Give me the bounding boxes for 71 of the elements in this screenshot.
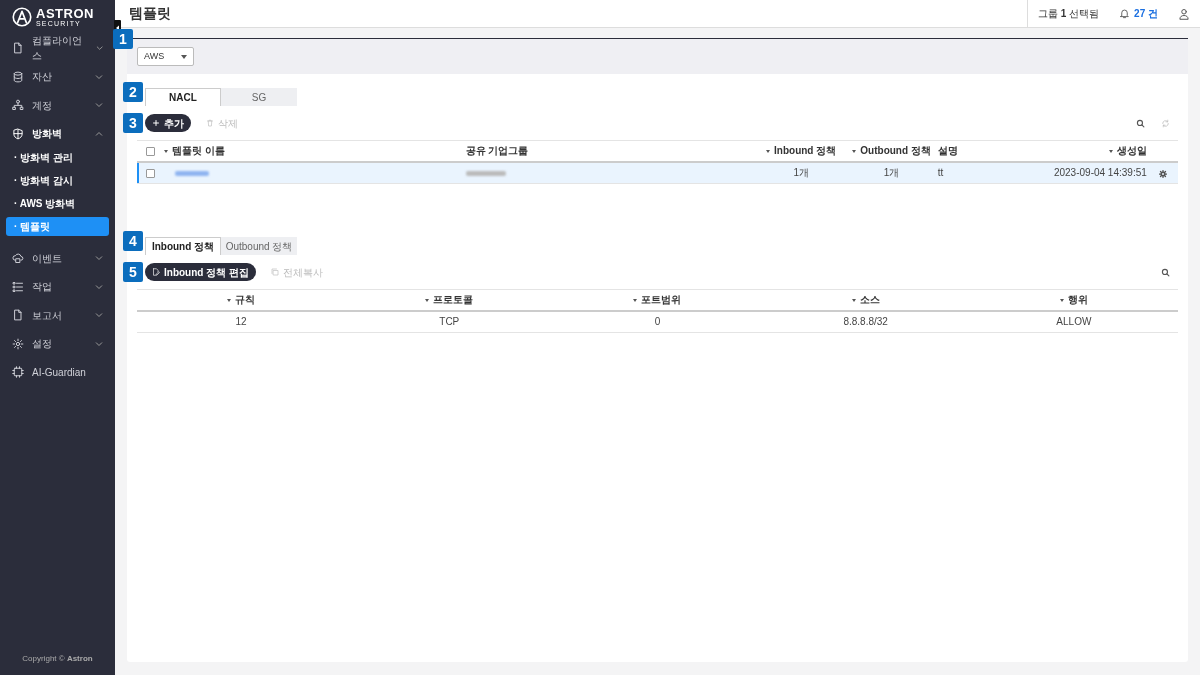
table-cell: ALLOW [1056,316,1092,328]
tab[interactable]: Inbound 정책 [145,237,221,255]
callout-badge: 1 [113,29,133,49]
list-icon [12,280,24,293]
column-header[interactable]: 설명 [937,145,958,157]
sidebar-item[interactable]: AI-Guardian [0,358,115,387]
row-checkbox[interactable] [145,169,155,179]
table-cell: TCP [439,316,460,328]
page-title: 템플릿 [128,4,172,23]
callout-badge: 2 [123,82,143,102]
brand-name: ASTRON [36,6,94,20]
document-icon [12,42,24,55]
user-icon [1178,7,1190,20]
column-header[interactable]: 소스 [851,294,880,306]
sidebar-item[interactable]: 보고서 [0,301,115,330]
tab[interactable]: Outbound 정책 [221,237,297,255]
sidebar-item[interactable]: 자산 [0,62,115,91]
sidebar-item[interactable]: 작업 [0,272,115,301]
submenu-item[interactable]: · 방화벽 감시 [6,171,109,190]
provider-select[interactable]: AWS [137,47,194,66]
logo-icon [12,7,32,27]
gear-icon [12,337,24,350]
column-header[interactable]: Inbound 정책 [766,145,837,157]
trash-icon [206,119,214,127]
bell-icon [1119,8,1131,19]
column-header[interactable]: 생성일 [1108,145,1147,157]
column-header[interactable]: 규칙 [227,294,256,306]
callout-badge: 3 [123,113,143,133]
search-icon [1161,267,1170,277]
edit-button[interactable]: Inbound 정책 편집 [145,263,256,281]
shield-icon [12,127,24,140]
callout-badge: 5 [123,262,143,282]
copyright-text: Copyright © Astron [21,653,94,665]
column-header[interactable]: 행위 [1059,294,1088,306]
gear-icon[interactable] [1158,169,1167,178]
table-cell: 1개 [793,167,809,179]
sidebar-item[interactable]: 이벤트 [0,244,115,273]
column-header[interactable]: 템플릿 이름 [164,145,225,157]
copy-icon [271,268,279,276]
chip-icon [12,366,24,379]
column-header[interactable]: 포트범위 [633,294,682,306]
table-cell: 1개 [883,167,900,179]
caret-icon [181,54,187,59]
table-cell: tt [937,167,944,179]
column-header[interactable]: 프로토콜 [425,294,474,306]
submenu-item[interactable]: · 방화벽 관리 [6,148,109,167]
table-cell: 12 [235,316,247,328]
callout-badge: 4 [123,231,143,251]
column-header[interactable]: 공유 기업그룹 [465,145,529,157]
sidebar-item[interactable]: 설정 [0,329,115,358]
table-cell: 2023-09-04 14:39:51 [1053,167,1147,179]
column-header[interactable]: Outbound 정책 [852,145,931,157]
table-cell: 0 [654,316,661,328]
notifications-button[interactable]: 27 건 [1109,0,1168,28]
group-status: 그룹 1 선택됨 [1037,7,1100,21]
document-icon [12,309,24,322]
submenu-item[interactable]: · AWS 방화벽 [6,194,109,213]
sidebar-item[interactable]: 방화벽 [0,119,115,148]
add-button[interactable]: 추가 [145,114,191,132]
sidebar-item[interactable]: 컴플라이언스 [0,34,115,63]
refresh-icon [1161,118,1170,128]
tab[interactable]: SG [221,88,297,106]
search-icon [1136,118,1145,128]
hierarchy-icon [12,99,24,112]
cloud-icon [12,252,24,265]
table-cell: 8.8.8.8/32 [843,316,888,328]
database-icon [12,70,24,83]
sidebar-item[interactable]: 계정 [0,91,115,120]
plus-icon [152,119,160,127]
tab[interactable]: NACL [145,88,221,106]
select-all-checkbox[interactable] [145,147,155,157]
